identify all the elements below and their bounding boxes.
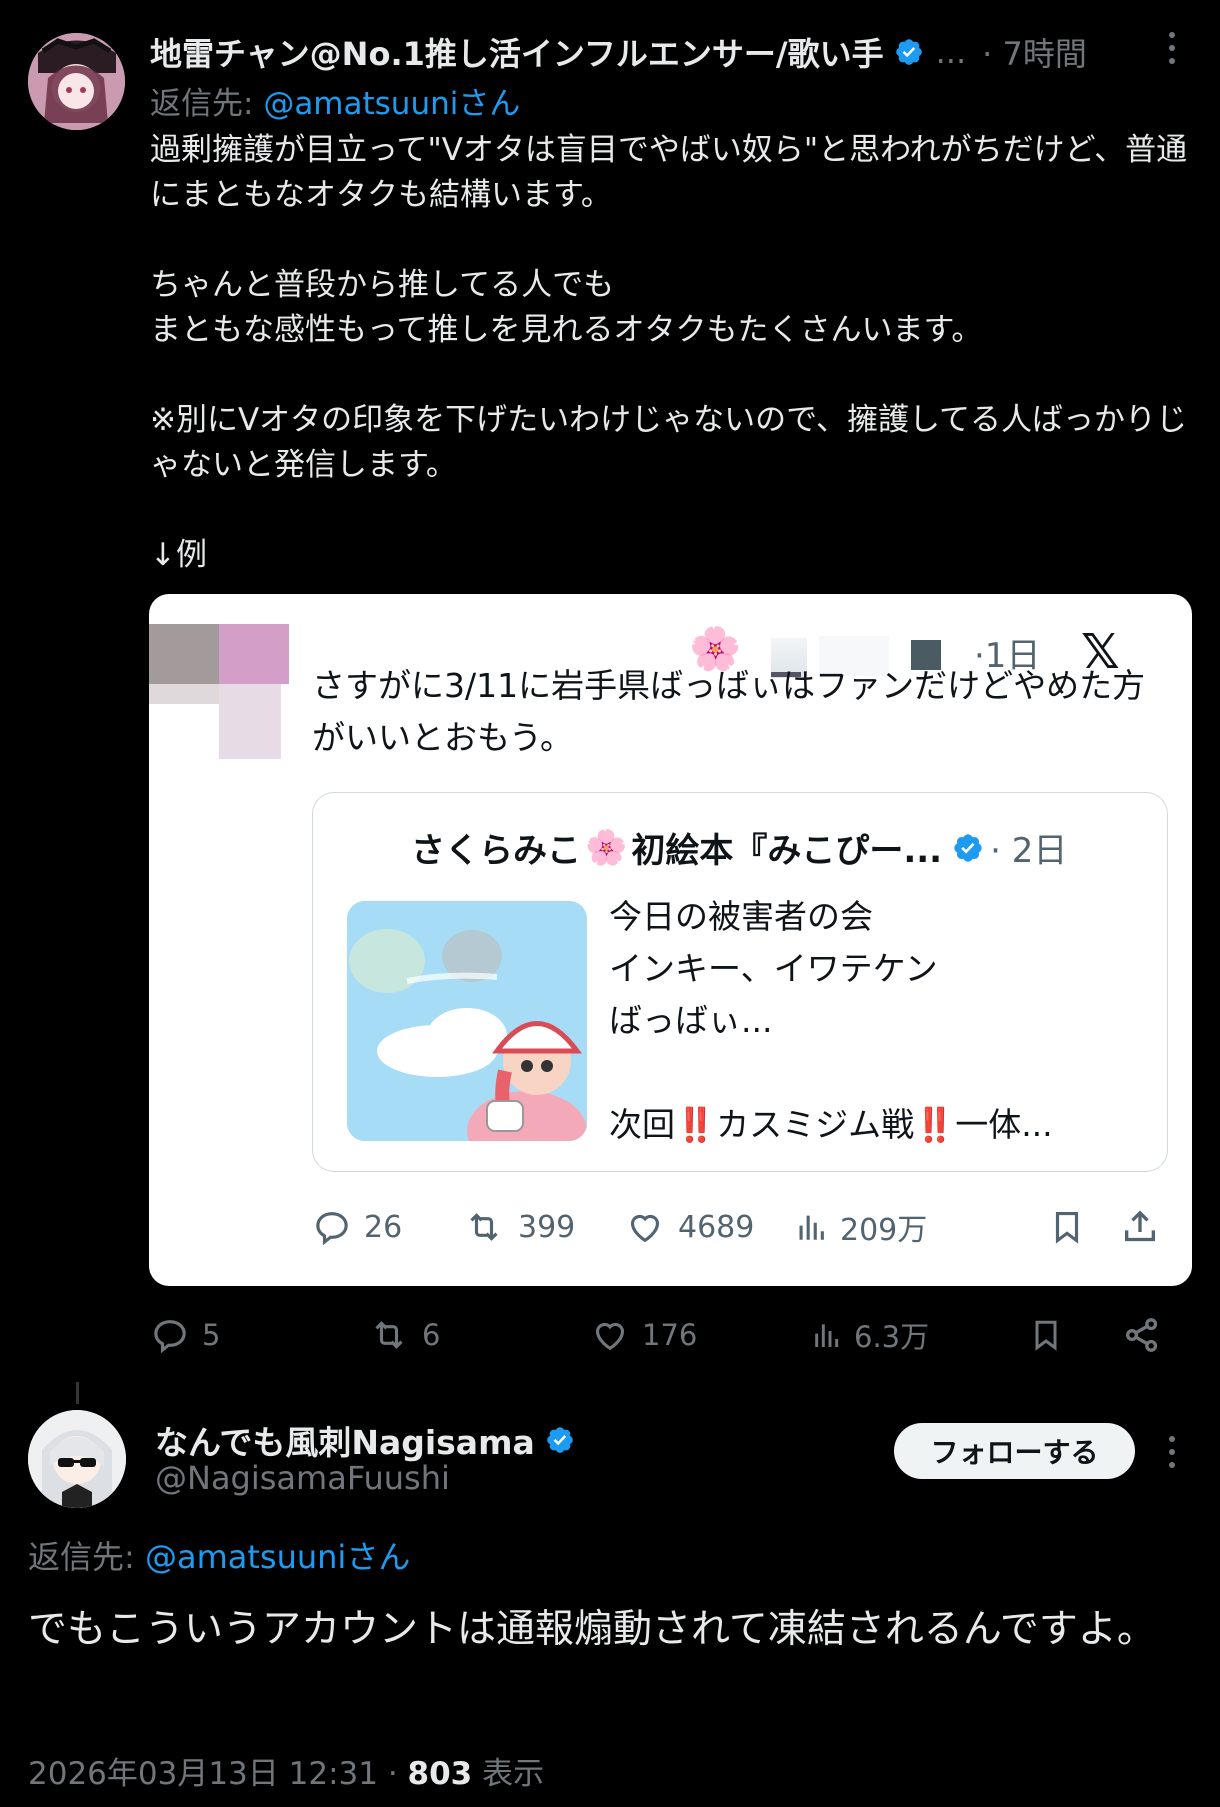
views-icon [815,1324,839,1347]
thread-connector [76,1382,79,1404]
card-share-action [1120,1202,1160,1252]
card-like-action: 4689 [624,1202,754,1252]
quoted-line: 次回‼️カスミジム戦‼️一体... [609,1099,1149,1151]
quoted-line: 今日の被害者の会 [609,897,873,936]
card-reply-action: 26 [312,1202,402,1252]
verified-badge-icon [546,1427,573,1453]
blurred-avatar [149,624,289,759]
like-count: 4689 [678,1209,755,1245]
tweet-paragraph: ※別にVオタの印象を下げたいわけじゃないので、擁護してる人ばっかりじゃないと発信… [150,402,1188,483]
views-icon [799,1215,824,1240]
reply-handle-link[interactable]: @amatsuuni [263,86,458,122]
views-button[interactable]: 6.3万 [810,1310,929,1360]
card-bookmark-action [1048,1202,1086,1252]
double-exclamation-icon: ‼️ [675,1105,717,1144]
quoted-tweet-header: さくらみこ 🌸 初絵本『みこぴー... · 2日 [411,823,1067,872]
retweet-count: 399 [518,1209,576,1245]
double-exclamation-icon: ‼️ [914,1105,956,1144]
quoted-tweet-image[interactable] [347,901,587,1141]
retweet-count: 6 [422,1318,441,1352]
timestamp[interactable]: 2026年03月13日 12:31 · [28,1756,408,1792]
tweet-paragraph: ↓例 [150,537,207,573]
share-icon [1125,1210,1155,1242]
like-icon [630,1214,660,1243]
tweet-paragraph: 過剰擁護が目立って"Vオタは盲目でやばい奴ら"と思われがちだけど、普通にまともな… [150,132,1188,213]
views-count: 209万 [840,1213,928,1248]
quoted-author-name: さくらみこ [411,831,581,871]
avatar[interactable] [28,33,125,130]
like-icon [595,1322,625,1351]
quoted-tweet-time: · 2日 [990,831,1068,871]
reply-context: 返信先: @amatsuuniさん [28,1532,410,1578]
quoted-tweet[interactable]: さくらみこ 🌸 初絵本『みこぴー... · 2日 今日の被害者の会 インキー、イ… [312,792,1168,1172]
tweet-header: 地雷チャン@No.1推し活インフルエンサー/歌い手 ... · 7時間 [150,28,1160,76]
quoted-line: インキー、イワテケン [609,949,938,988]
retweet-icon [470,1213,498,1241]
bookmark-button[interactable] [1028,1310,1064,1360]
verified-badge-icon [895,39,922,65]
bookmark-icon [1035,1320,1057,1351]
reply-context: 返信先: @amatsuuniさん [150,78,520,123]
embedded-screenshot-card[interactable]: 🌸 ·1日 𝕏 さすがに3/11に岩手県ばっばぃはファンだけどやめた方がいいとお… [149,594,1192,1286]
more-options-icon[interactable] [1164,1432,1180,1472]
bookmark-icon [1055,1211,1079,1244]
tweet-paragraph: ちゃんと普段から推してる人でも まともな感性もって推しを見れるオタクもたくさんい… [150,267,983,348]
reply-suffix: さん [346,1538,411,1576]
flower-emoji-icon: 🌸 [585,827,628,868]
verified-badge-icon [954,833,982,862]
share-button[interactable] [1122,1310,1162,1360]
card-views-action: 209万 [794,1202,927,1252]
quoted-tweet-text: 今日の被害者の会 インキー、イワテケン ばっばぃ... 次回‼️カスミジム戦‼️一体.… [609,891,1149,1151]
card-text: さすがに3/11に岩手県ばっばぃはファンだけどやめた方がいいとおもう。 [312,666,1146,757]
card-action-bar: 26 399 4689 209万 [312,1202,1162,1252]
tweet-body: 過剰擁護が目立って"Vオタは盲目でやばい奴ら"と思われがちだけど、普通にまともな… [150,128,1190,578]
retweet-button[interactable]: 6 [368,1310,440,1360]
reply-icon [154,1320,186,1354]
quoted-line: ばっばぃ... [609,1001,773,1040]
views-label: 表示 [472,1756,545,1792]
quoted-author-name: 初絵本『みこぴー... [631,831,943,871]
card-retweet-action: 399 [462,1202,575,1252]
more-options-icon[interactable] [1164,28,1180,68]
tweet-action-bar: 5 6 176 6.3万 [150,1310,1170,1360]
quoted-text-fragment: 一体... [955,1105,1053,1144]
like-button[interactable]: 176 [590,1310,697,1360]
tweet-body: でもこういうアカウントは通報煽動されて凍結されるんですよ。 [28,1607,1156,1652]
tweet-meta: 2026年03月13日 12:31 · 803 表示 [28,1748,544,1793]
share-icon [1126,1318,1158,1352]
reply-prefix: 返信先: [150,86,264,122]
like-count: 176 [642,1318,698,1352]
reply-count: 5 [202,1318,221,1352]
quoted-text-fragment: 次回 [609,1105,675,1144]
display-name[interactable]: なんでも風刺Nagisama [155,1416,535,1464]
reply-button[interactable]: 5 [150,1310,220,1360]
retweet-icon [375,1321,403,1349]
reply-icon [316,1212,348,1246]
reply-prefix: 返信先: [28,1538,145,1576]
follow-button[interactable]: フォローする [894,1423,1135,1479]
views-count: 6.3万 [854,1320,930,1354]
views-count: 803 [407,1756,473,1792]
user-handle[interactable]: @NagisamaFuushi [155,1459,450,1497]
quoted-text-fragment: カスミジム戦 [716,1105,915,1144]
author-name-row: なんでも風刺Nagisama [155,1416,575,1464]
reply-handle-link[interactable]: @amatsuuni [145,1538,346,1576]
reply-count: 26 [364,1209,403,1245]
display-name[interactable]: 地雷チャン@No.1推し活インフルエンサー/歌い手 [150,29,884,75]
avatar[interactable] [28,1410,126,1508]
reply-suffix: さん [458,86,521,122]
tweet-time[interactable]: · 7時間 [982,29,1087,75]
name-overflow: ... [935,33,967,71]
